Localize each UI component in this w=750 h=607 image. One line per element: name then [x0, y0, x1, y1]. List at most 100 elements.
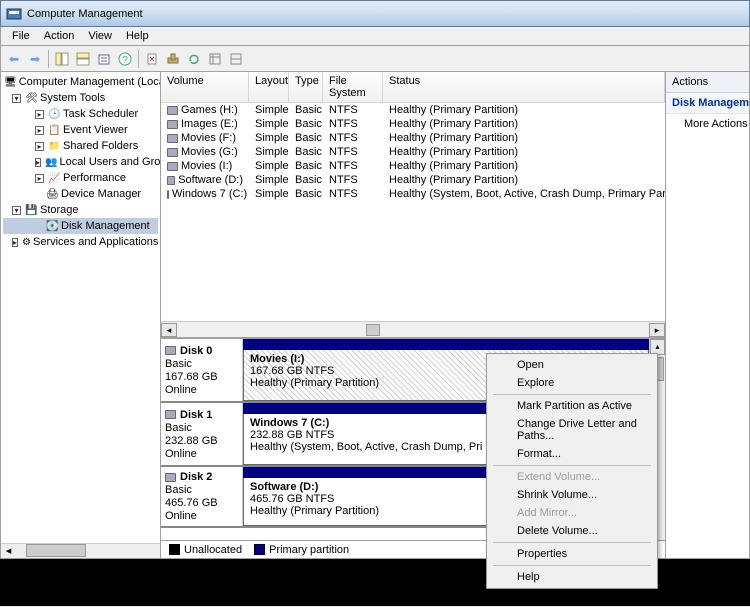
- view-button-2[interactable]: [73, 49, 93, 69]
- volume-icon: [167, 120, 178, 129]
- tool-button-5[interactable]: [142, 49, 162, 69]
- tree-shared-folders[interactable]: ▸📁Shared Folders: [3, 138, 158, 154]
- ctx-change-letter[interactable]: Change Drive Letter and Paths...: [489, 415, 655, 445]
- menu-help[interactable]: Help: [119, 29, 156, 43]
- expand-icon[interactable]: ▸: [35, 110, 44, 119]
- menu-bar: File Action View Help: [0, 27, 750, 46]
- col-type[interactable]: Type: [289, 72, 323, 102]
- volume-icon: [167, 148, 178, 157]
- tree-hscrollbar[interactable]: ◂: [1, 543, 160, 558]
- volume-row[interactable]: Games (H:)SimpleBasicNTFSHealthy (Primar…: [161, 103, 665, 117]
- volume-row[interactable]: Movies (G:)SimpleBasicNTFSHealthy (Prima…: [161, 145, 665, 159]
- vol-type: Basic: [289, 146, 323, 158]
- tree-label: Performance: [63, 172, 126, 184]
- ctx-mark-active[interactable]: Mark Partition as Active: [489, 397, 655, 415]
- menu-view[interactable]: View: [81, 29, 119, 43]
- vol-layout: Simple: [249, 188, 289, 200]
- tree-root[interactable]: 🖥Computer Management (Local): [3, 74, 158, 90]
- legend-unallocated: Unallocated: [169, 544, 242, 556]
- scroll-right-icon[interactable]: ▸: [649, 323, 665, 337]
- ctx-delete[interactable]: Delete Volume...: [489, 522, 655, 540]
- tree-event-viewer[interactable]: ▸📋Event Viewer: [3, 122, 158, 138]
- disk-title: Disk 0: [180, 345, 212, 357]
- context-menu: Open Explore Mark Partition as Active Ch…: [486, 353, 658, 589]
- expand-icon[interactable]: ▸: [35, 158, 41, 167]
- vol-layout: Simple: [249, 104, 289, 116]
- tree-label: Task Scheduler: [63, 108, 138, 120]
- col-status[interactable]: Status: [383, 72, 665, 102]
- ctx-properties[interactable]: Properties: [489, 545, 655, 563]
- vol-name: Windows 7 (C:): [172, 188, 247, 200]
- volume-row[interactable]: Windows 7 (C:)SimpleBasicNTFSHealthy (Sy…: [161, 187, 665, 201]
- menu-action[interactable]: Action: [37, 29, 82, 43]
- volume-row[interactable]: Images (E:)SimpleBasicNTFSHealthy (Prima…: [161, 117, 665, 131]
- tree-task-scheduler[interactable]: ▸🕒Task Scheduler: [3, 106, 158, 122]
- forward-button[interactable]: ➡: [25, 49, 45, 69]
- vol-status: Healthy (System, Boot, Active, Crash Dum…: [383, 188, 665, 200]
- tool-button-6[interactable]: [163, 49, 183, 69]
- vol-fs: NTFS: [323, 132, 383, 144]
- primary-swatch-icon: [254, 544, 265, 555]
- svg-text:?: ?: [122, 55, 128, 66]
- partition-name: Windows 7 (C:): [250, 417, 329, 429]
- expand-icon[interactable]: ▸: [12, 238, 18, 247]
- col-volume[interactable]: Volume: [161, 72, 249, 102]
- vol-type: Basic: [289, 174, 323, 186]
- menu-separator: [493, 565, 651, 566]
- window-title: Computer Management: [27, 8, 143, 20]
- tree-label: Local Users and Groups: [59, 156, 161, 168]
- tree-local-users[interactable]: ▸ 👥Local Users and Groups: [3, 154, 158, 170]
- refresh-button[interactable]: [184, 49, 204, 69]
- device-icon: 🖨: [46, 188, 59, 201]
- volume-row[interactable]: Movies (F:)SimpleBasicNTFSHealthy (Prima…: [161, 131, 665, 145]
- disk-label[interactable]: Disk 2Basic465.76 GBOnline: [161, 467, 243, 526]
- tool-button-8[interactable]: [205, 49, 225, 69]
- help-button[interactable]: ?: [115, 49, 135, 69]
- tree-disk-management[interactable]: 💽Disk Management: [3, 218, 158, 234]
- collapse-icon[interactable]: ▾: [12, 206, 21, 215]
- view-button-1[interactable]: [52, 49, 72, 69]
- actions-more[interactable]: More Actions: [666, 114, 749, 134]
- volume-hscrollbar[interactable]: ◂ ▸: [161, 321, 665, 337]
- col-fs[interactable]: File System: [323, 72, 383, 102]
- col-layout[interactable]: Layout: [249, 72, 289, 102]
- actions-diskmgmt[interactable]: Disk Management: [666, 93, 749, 114]
- tool-button-9[interactable]: [226, 49, 246, 69]
- scrollbar-thumb[interactable]: [366, 324, 380, 336]
- tree-device-manager[interactable]: 🖨Device Manager: [3, 186, 158, 202]
- properties-button[interactable]: [94, 49, 114, 69]
- legend-primary: Primary partition: [254, 544, 349, 556]
- tree-services[interactable]: ▸⚙Services and Applications: [3, 234, 158, 250]
- volume-row[interactable]: Movies (I:)SimpleBasicNTFSHealthy (Prima…: [161, 159, 665, 173]
- menu-separator: [493, 542, 651, 543]
- title-bar: Computer Management: [0, 0, 750, 27]
- vol-layout: Simple: [249, 160, 289, 172]
- expand-icon[interactable]: ▸: [35, 126, 44, 135]
- actions-pane: Actions Disk Management More Actions: [666, 72, 749, 558]
- users-icon: 👥: [45, 156, 57, 169]
- disk-status: Online: [165, 448, 238, 460]
- scroll-left-icon[interactable]: ◂: [161, 323, 177, 337]
- menu-file[interactable]: File: [5, 29, 37, 43]
- expand-icon[interactable]: ▸: [35, 174, 44, 183]
- disk-size: 465.76 GB: [165, 497, 238, 509]
- volume-icon: [167, 190, 169, 199]
- collapse-icon[interactable]: ▾: [12, 94, 21, 103]
- unallocated-swatch-icon: [169, 544, 180, 555]
- vol-status: Healthy (Primary Partition): [383, 132, 665, 144]
- ctx-format[interactable]: Format...: [489, 445, 655, 463]
- volume-row[interactable]: Software (D:)SimpleBasicNTFSHealthy (Pri…: [161, 173, 665, 187]
- ctx-help[interactable]: Help: [489, 568, 655, 586]
- disk-label[interactable]: Disk 1Basic232.88 GBOnline: [161, 403, 243, 465]
- vol-status: Healthy (Primary Partition): [383, 104, 665, 116]
- ctx-shrink[interactable]: Shrink Volume...: [489, 486, 655, 504]
- disk-label[interactable]: Disk 0Basic167.68 GBOnline: [161, 339, 243, 401]
- expand-icon[interactable]: ▸: [35, 142, 44, 151]
- ctx-open[interactable]: Open: [489, 356, 655, 374]
- ctx-explore[interactable]: Explore: [489, 374, 655, 392]
- tree-systools[interactable]: ▾🛠System Tools: [3, 90, 158, 106]
- tree-storage[interactable]: ▾💾Storage: [3, 202, 158, 218]
- tree-performance[interactable]: ▸📈Performance: [3, 170, 158, 186]
- back-button[interactable]: ⬅: [4, 49, 24, 69]
- volume-list: Games (H:)SimpleBasicNTFSHealthy (Primar…: [161, 103, 665, 321]
